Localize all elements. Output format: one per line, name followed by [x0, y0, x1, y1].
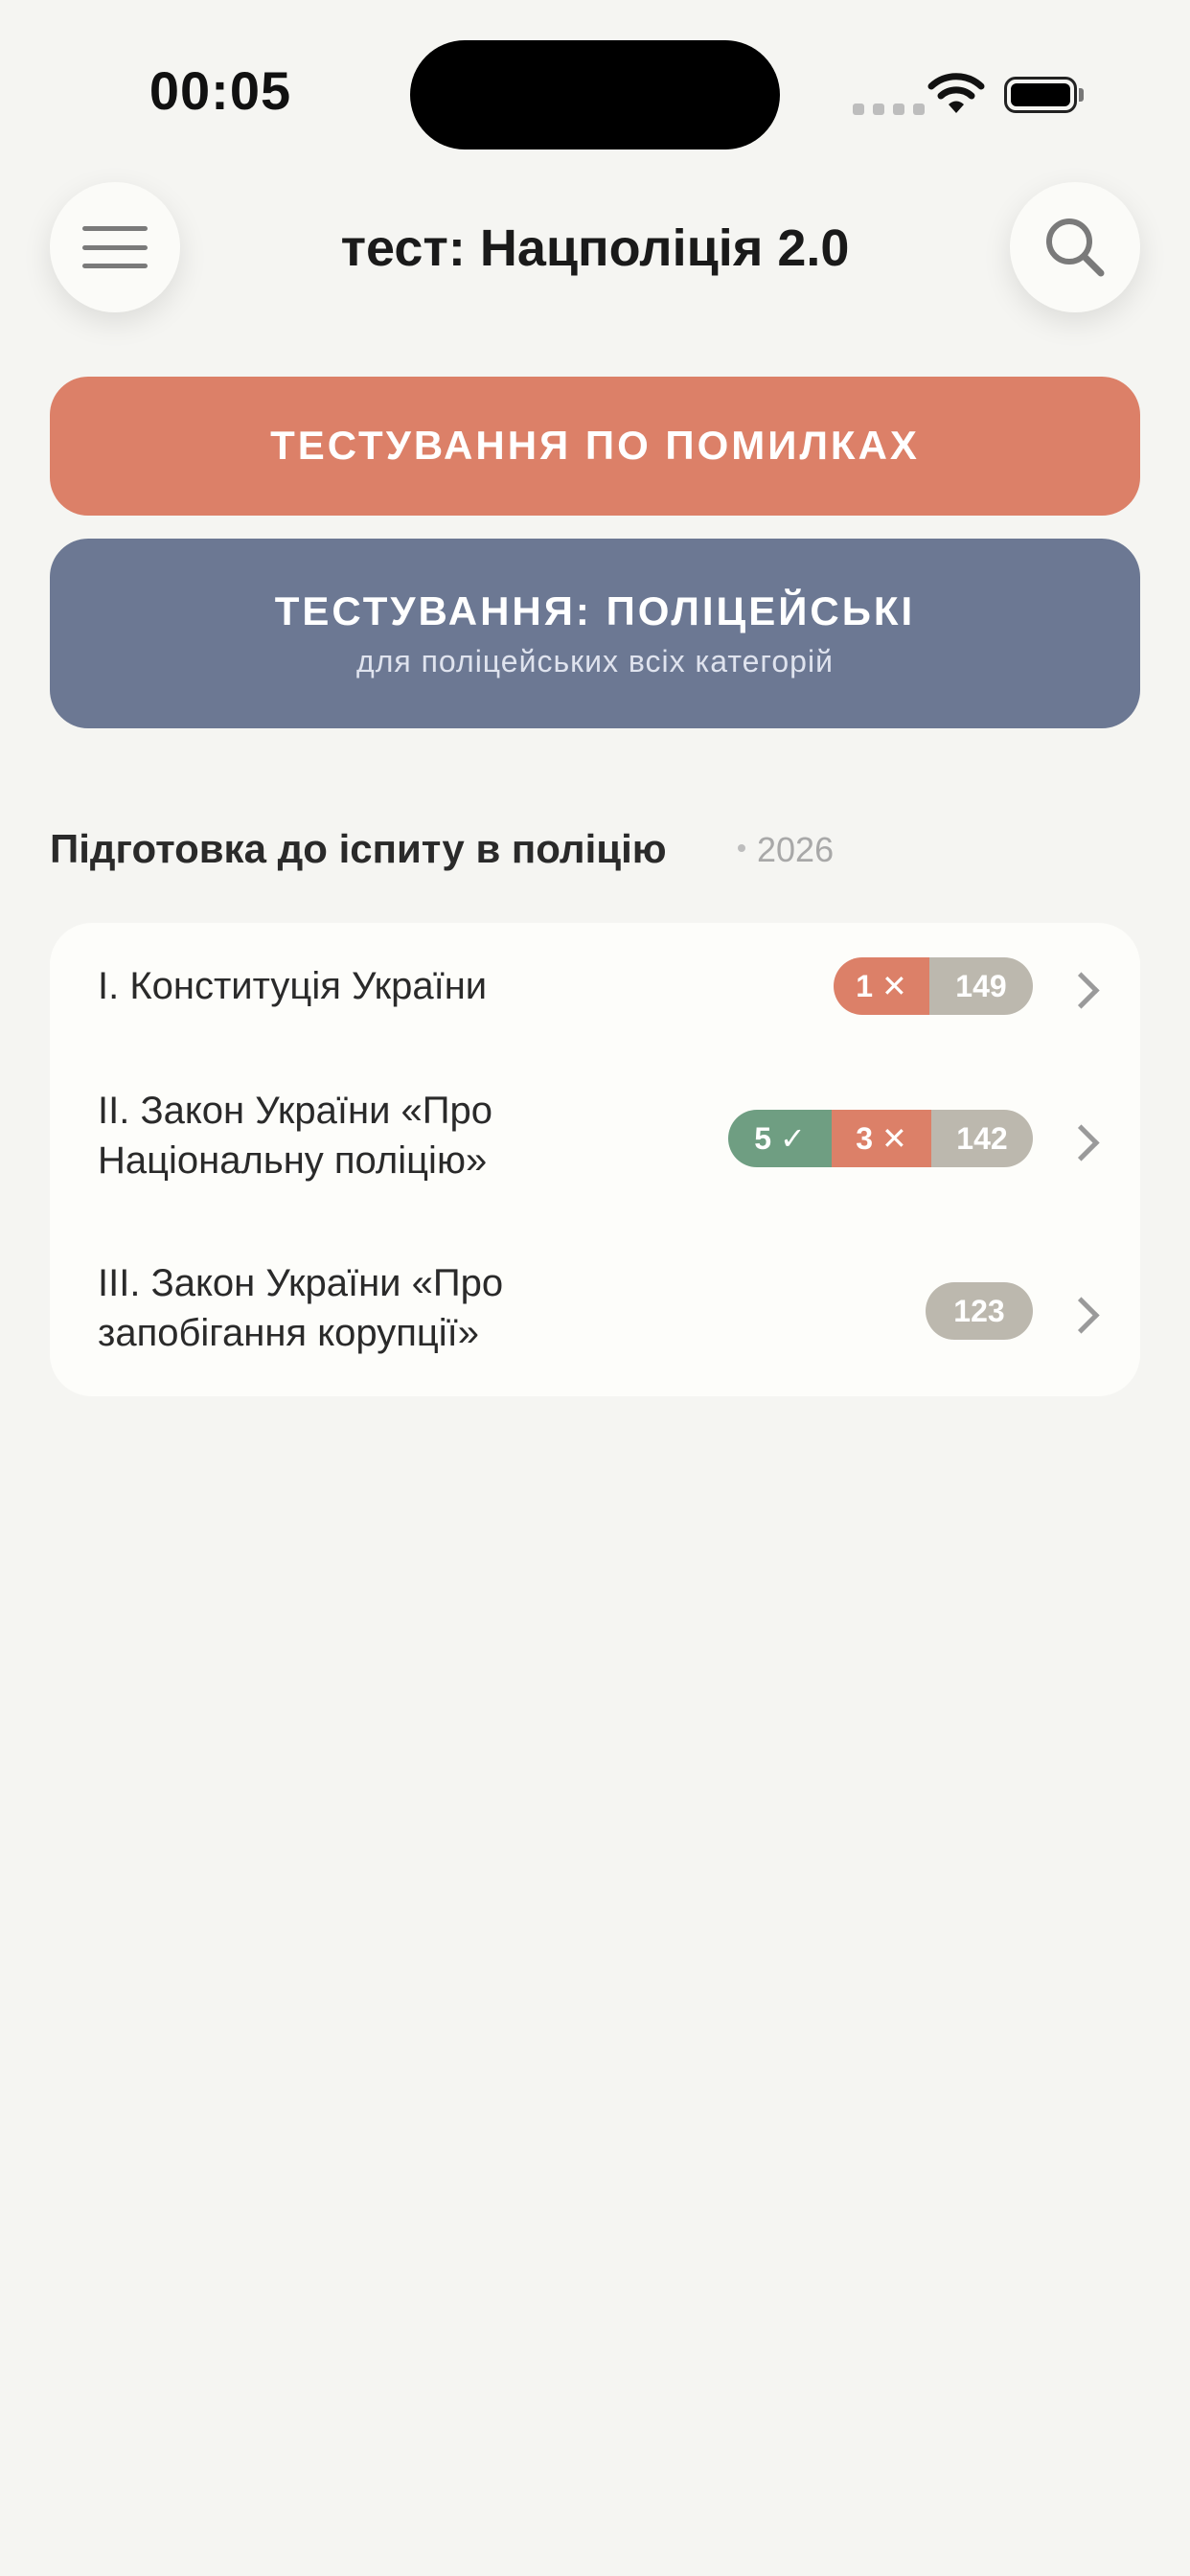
list-item-title-line1: II. Закон України «Про — [98, 1090, 493, 1132]
list-item-label: I. Конституція України — [98, 961, 487, 1011]
list-item-title-line2: запобігання корупції» — [98, 1312, 480, 1354]
wrong-count-badge: 3 ✕ — [832, 1110, 931, 1167]
list-item-constitution[interactable]: I. Конституція України 1 ✕ 149 — [50, 923, 1140, 1047]
police-test-subtitle: для поліцейських всіх категорій — [356, 644, 834, 678]
cellular-signal-icon — [853, 104, 925, 115]
list-item-title: I. Конституція України — [98, 965, 488, 1007]
progress-pill: 5 ✓ 3 ✕ 142 — [728, 1110, 1033, 1167]
wifi-icon — [927, 73, 985, 113]
progress-pill: 123 — [926, 1282, 1033, 1340]
sections-list: I. Конституція України 1 ✕ 149 II. Закон… — [50, 923, 1140, 1396]
list-item-title-line2: Національну поліцію» — [98, 1139, 488, 1182]
separator-dot — [738, 844, 745, 853]
section-year-value: 2026 — [757, 830, 835, 869]
list-item-anticorruption-law[interactable]: III. Закон України «Про запобігання кору… — [50, 1220, 1140, 1396]
total-count-badge: 149 — [929, 957, 1033, 1015]
search-button[interactable] — [1010, 182, 1140, 312]
correct-count-badge: 5 ✓ — [728, 1110, 832, 1167]
list-item-police-law[interactable]: II. Закон України «Про Національну поліц… — [50, 1047, 1140, 1220]
police-test-button[interactable]: ТЕСТУВАННЯ: ПОЛІЦЕЙСЬКІ для поліцейських… — [50, 539, 1140, 728]
total-count-badge: 123 — [926, 1282, 1033, 1340]
list-item-label: III. Закон України «Про запобігання кору… — [98, 1258, 503, 1358]
total-count-badge: 142 — [931, 1110, 1033, 1167]
wrong-count-badge: 1 ✕ — [834, 957, 929, 1015]
search-icon — [1046, 218, 1105, 277]
dynamic-island — [410, 40, 780, 150]
list-item-label: II. Закон України «Про Національну поліц… — [98, 1086, 492, 1185]
chevron-right-icon — [1063, 972, 1100, 1009]
page-title: тест: Нацполіція 2.0 — [340, 219, 850, 277]
section-title: Підготовка до іспиту в поліцію — [50, 826, 667, 871]
status-time: 00:05 — [149, 60, 292, 121]
battery-nub — [1079, 88, 1084, 102]
hamburger-icon — [82, 226, 148, 268]
progress-pill: 1 ✕ 149 — [834, 957, 1033, 1015]
mistakes-test-label: ТЕСТУВАННЯ ПО ПОМИЛКАХ — [270, 423, 920, 468]
mistakes-test-button[interactable]: ТЕСТУВАННЯ ПО ПОМИЛКАХ — [50, 377, 1140, 516]
police-test-label: ТЕСТУВАННЯ: ПОЛІЦЕЙСЬКІ — [274, 588, 916, 633]
list-item-title-line1: III. Закон України «Про — [98, 1262, 504, 1304]
battery-icon — [1004, 77, 1077, 113]
section-year: 2026 — [738, 830, 834, 870]
menu-button[interactable] — [50, 182, 180, 312]
chevron-right-icon — [1063, 1297, 1100, 1334]
chevron-right-icon — [1063, 1124, 1100, 1162]
